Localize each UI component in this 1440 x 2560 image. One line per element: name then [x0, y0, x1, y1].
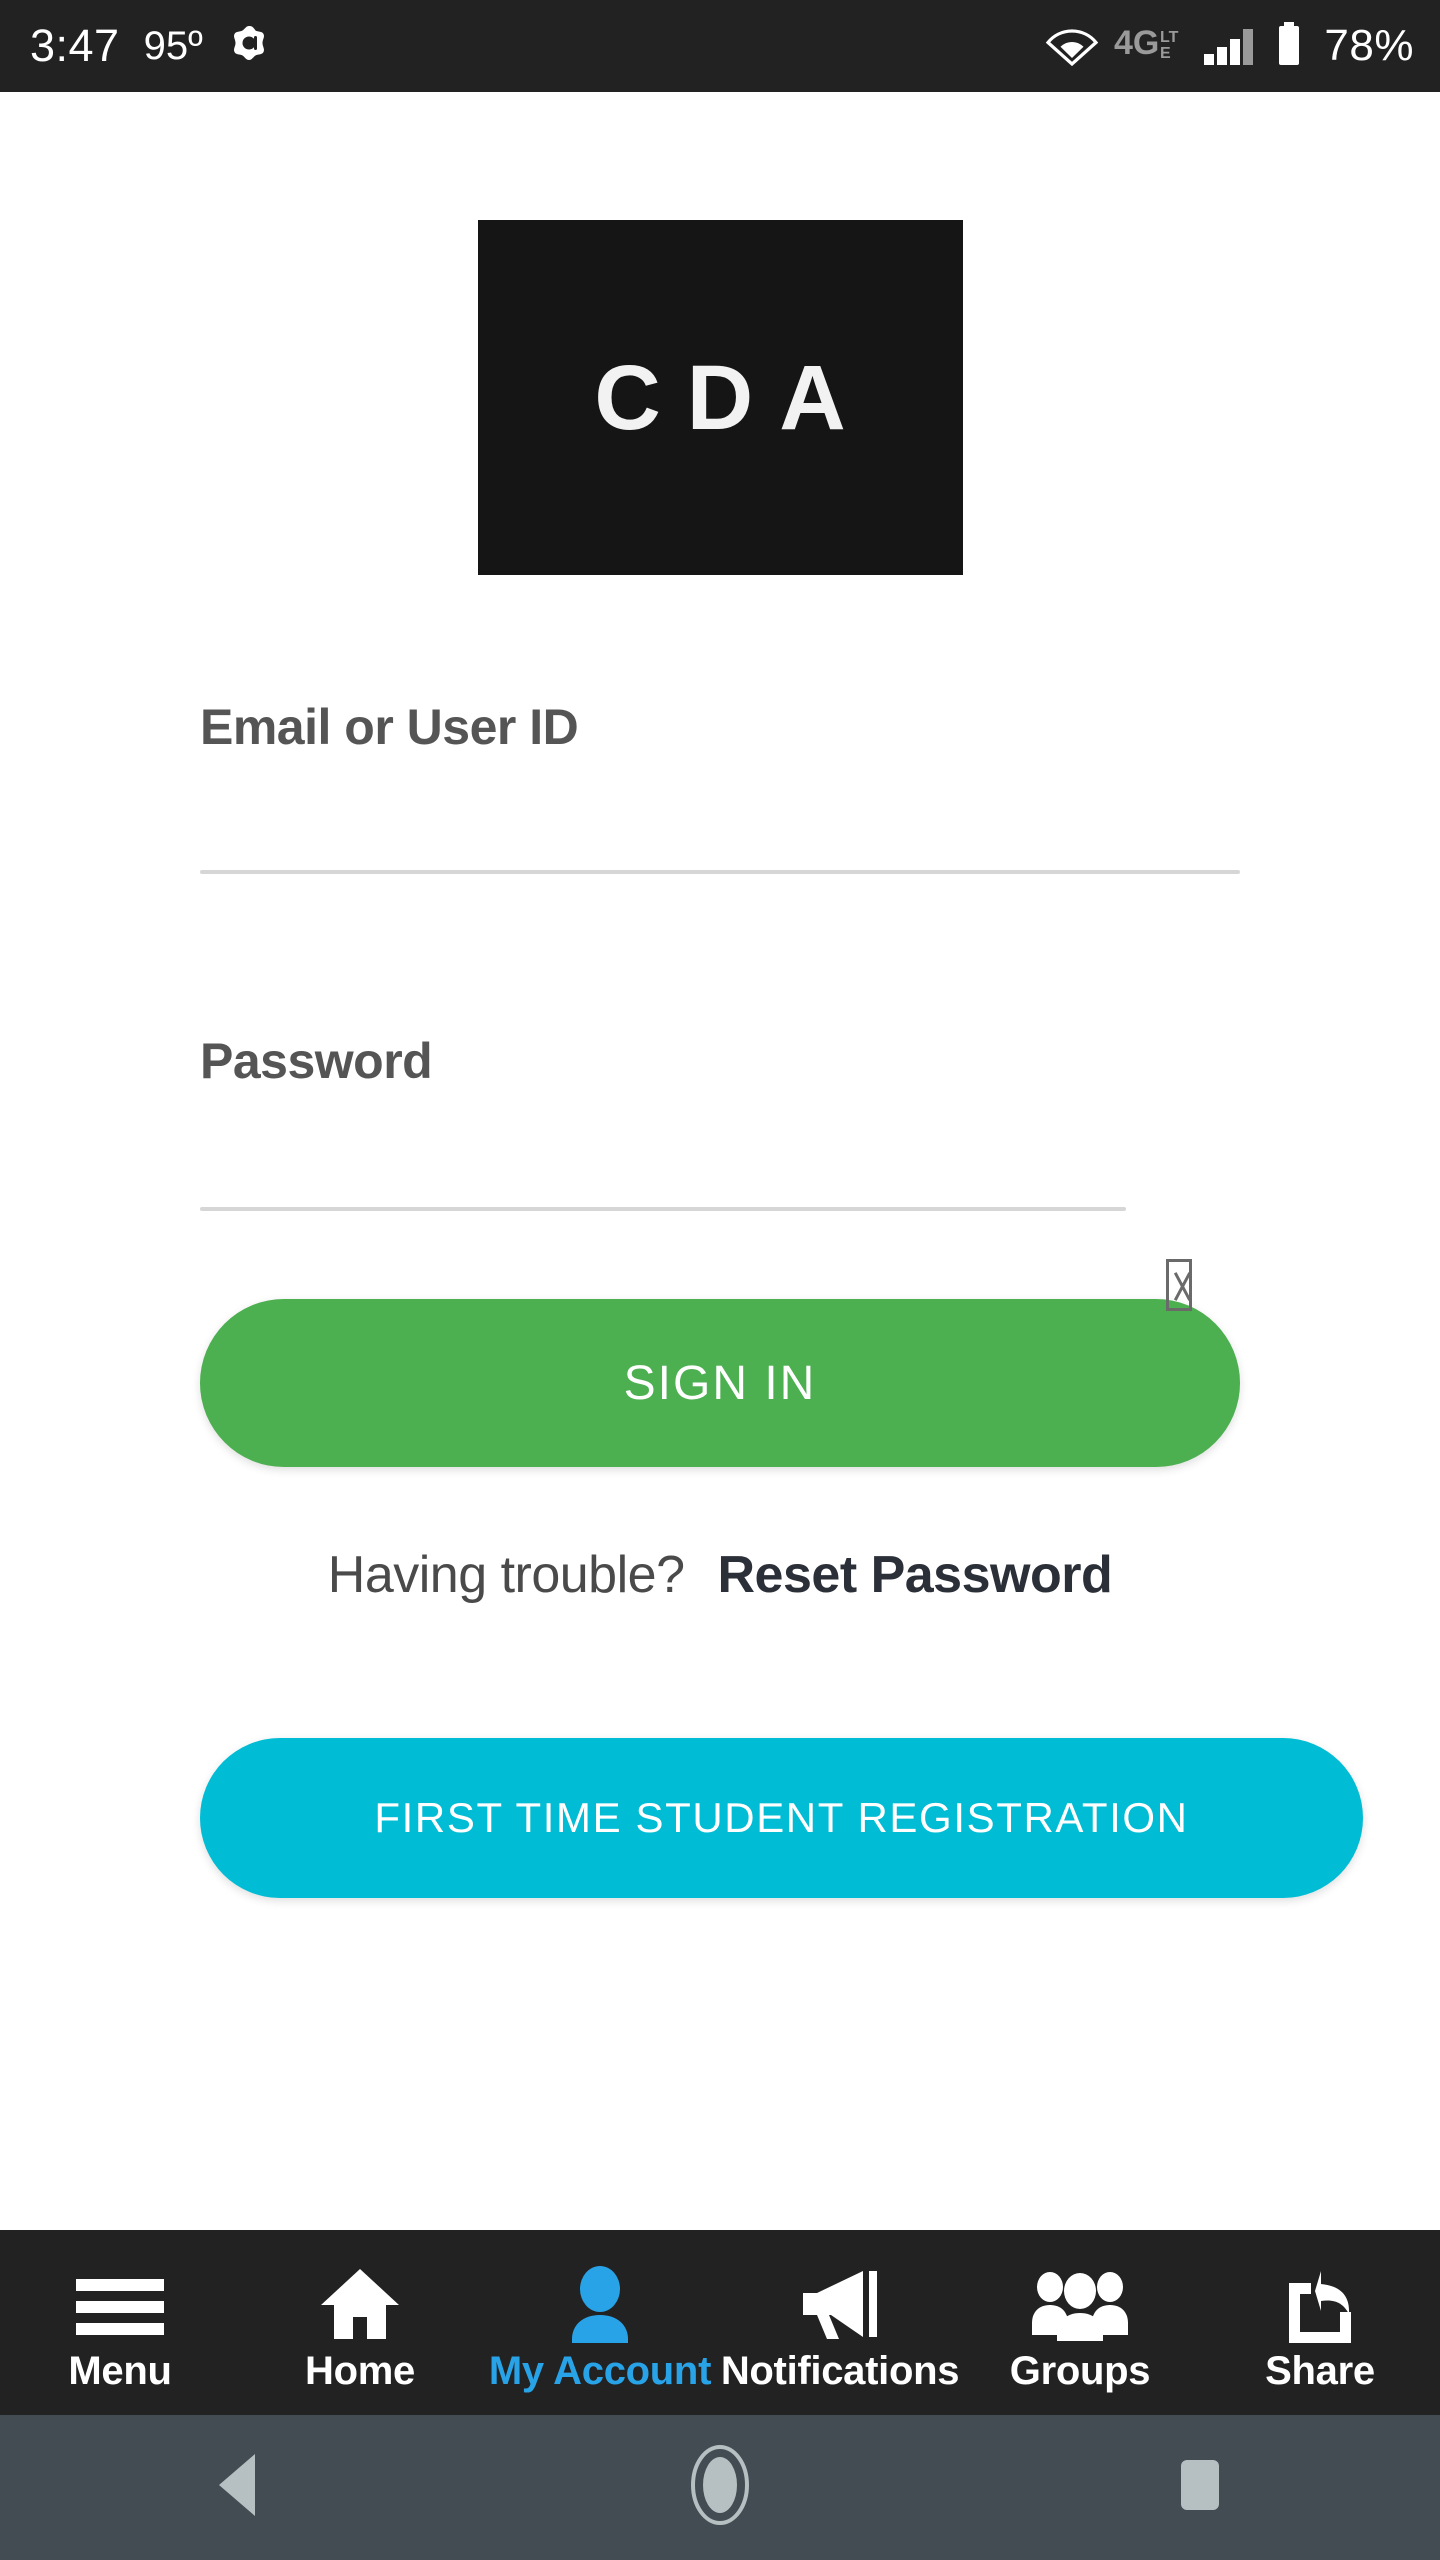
nav-label-my-account: My Account	[488, 2348, 712, 2393]
phone-screen: 3:47 95º 4G LT E 78% CDA Email or User I…	[0, 0, 1440, 2560]
battery-icon	[1274, 21, 1304, 72]
nav-item-groups[interactable]: Groups	[960, 2230, 1200, 2415]
nav-label-notifications: Notifications	[720, 2348, 960, 2393]
svg-text:LT: LT	[1160, 29, 1179, 46]
email-field-group: Email or User ID	[200, 700, 1240, 874]
nav-label-share: Share	[1265, 2348, 1375, 2393]
cda-logo: CDA	[477, 220, 963, 575]
battery-percent: 78%	[1324, 21, 1414, 70]
nav-label-menu: Menu	[68, 2348, 172, 2393]
person-icon	[565, 2265, 635, 2343]
system-home-button[interactable]	[600, 2415, 840, 2560]
nav-item-my-account[interactable]: My Account	[480, 2230, 720, 2415]
signal-bars-icon	[1202, 22, 1260, 71]
password-input[interactable]	[200, 1207, 1126, 1211]
bottom-navigation-bar: Menu Home My Account Notifications Group…	[0, 2230, 1440, 2415]
back-triangle-icon	[211, 2450, 269, 2525]
nav-item-share[interactable]: Share	[1200, 2230, 1440, 2415]
password-input-row	[200, 1207, 1240, 1311]
amazon-alexa-icon	[227, 24, 271, 68]
system-back-button[interactable]	[120, 2415, 360, 2560]
home-icon	[317, 2265, 403, 2343]
email-input[interactable]	[200, 870, 1240, 874]
svg-text:E: E	[1160, 45, 1171, 62]
password-field-label: Password	[200, 1033, 433, 1089]
cda-logo-text: CDA	[594, 346, 872, 449]
nav-label-groups: Groups	[1009, 2348, 1151, 2393]
missing-glyph-tofu-icon[interactable]	[1166, 1259, 1192, 1311]
first-time-student-registration-button[interactable]: FIRST TIME STUDENT REGISTRATION	[200, 1738, 1363, 1898]
status-bar-right: 4G LT E 78%	[1044, 21, 1414, 72]
people-group-icon	[1028, 2265, 1132, 2343]
trouble-question: Having trouble?	[327, 1546, 685, 1604]
wifi-icon	[1044, 22, 1100, 71]
status-bar: 3:47 95º 4G LT E 78%	[0, 0, 1440, 92]
hamburger-menu-icon	[72, 2265, 168, 2343]
reset-password-link[interactable]: Reset Password	[718, 1545, 1113, 1605]
nav-item-home[interactable]: Home	[240, 2230, 480, 2415]
login-form: Email or User ID Password SIGN IN Having…	[200, 700, 1363, 1898]
status-time: 3:47	[30, 20, 120, 71]
status-bar-left: 3:47 95º	[30, 20, 271, 72]
trouble-row: Having trouble? Reset Password	[200, 1545, 1240, 1605]
login-content: CDA Email or User ID Password SIGN IN Ha…	[0, 92, 1440, 2230]
share-icon	[1277, 2265, 1363, 2343]
sign-in-button[interactable]: SIGN IN	[200, 1299, 1240, 1467]
megaphone-icon	[795, 2265, 885, 2343]
svg-text:4G: 4G	[1114, 24, 1159, 62]
home-circle-icon	[678, 2443, 762, 2532]
status-temperature: 95º	[143, 23, 203, 68]
android-system-navigation-bar	[0, 2415, 1440, 2560]
nav-label-home: Home	[305, 2348, 415, 2393]
system-recents-button[interactable]	[1080, 2415, 1320, 2560]
email-field-label: Email or User ID	[200, 699, 579, 755]
recents-square-icon	[1169, 2454, 1231, 2521]
nav-item-notifications[interactable]: Notifications	[720, 2230, 960, 2415]
password-field-group: Password	[200, 1033, 1240, 1311]
network-type-icon: 4G LT E	[1114, 22, 1188, 71]
nav-item-menu[interactable]: Menu	[0, 2230, 240, 2415]
